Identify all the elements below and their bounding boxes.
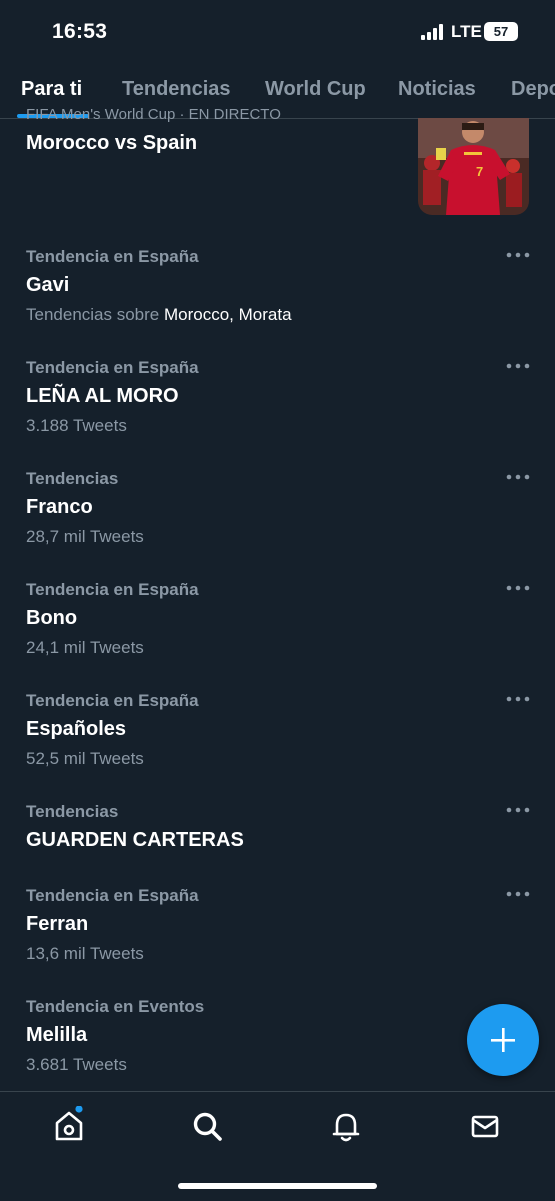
tab-world-cup[interactable]: World Cup	[265, 78, 366, 101]
status-bar: 16:53 LTE 57	[0, 0, 555, 62]
trend-item[interactable]: Tendencia en España Españoles 52,5 mil T…	[0, 680, 555, 791]
plus-icon	[491, 1028, 515, 1052]
more-options-icon[interactable]	[505, 884, 531, 904]
more-options-icon[interactable]	[505, 689, 531, 709]
trend-context: Tendencias	[26, 469, 119, 488]
mail-icon[interactable]	[465, 1106, 505, 1146]
trend-name: GUARDEN CARTERAS	[26, 829, 244, 851]
tab-deportes[interactable]: Depo	[511, 78, 555, 101]
compose-tweet-button[interactable]	[467, 1004, 539, 1076]
event-context: FIFA Men's World Cup · EN DIRECTO	[26, 106, 281, 123]
trend-context: Tendencia en España	[26, 886, 199, 905]
trend-meta: 13,6 mil Tweets	[26, 944, 144, 963]
network-type: LTE	[451, 22, 482, 41]
trend-name: Españoles	[26, 718, 127, 740]
trend-context: Tendencia en España	[26, 580, 199, 599]
trend-context: Tendencia en España	[26, 358, 199, 377]
trend-item[interactable]: Tendencia en España Gavi Tendencias sobr…	[0, 236, 555, 347]
signal-icon	[421, 24, 443, 40]
event-title: Morocco vs Spain	[26, 132, 198, 154]
trend-name: LEÑA AL MORO	[26, 385, 179, 407]
trend-context: Tendencia en España	[26, 247, 199, 266]
trend-item[interactable]: Tendencia en España Bono 24,1 mil Tweets	[0, 569, 555, 680]
home-icon[interactable]	[49, 1106, 89, 1146]
live-event-card[interactable]: FIFA Men's World Cup · EN DIRECTO Morocc…	[0, 106, 555, 230]
tab-para-ti[interactable]: Para ti	[21, 78, 82, 101]
trend-name: Gavi	[26, 274, 70, 296]
more-options-icon[interactable]	[505, 467, 531, 487]
svg-text:7: 7	[476, 164, 483, 179]
trend-meta-highlight[interactable]: Morocco, Morata	[164, 305, 292, 324]
trend-meta: 3.681 Tweets	[26, 1055, 127, 1074]
trend-meta: 24,1 mil Tweets	[26, 638, 144, 657]
trend-name: Bono	[26, 607, 78, 629]
trend-context: Tendencias	[26, 802, 119, 821]
tab-tendencias[interactable]: Tendencias	[122, 78, 231, 101]
trend-meta-prefix: Tendencias sobre	[26, 305, 164, 324]
battery-icon: 57	[484, 22, 518, 41]
trend-name: Melilla	[26, 1024, 88, 1046]
trend-meta: 3.188 Tweets	[26, 416, 127, 435]
trend-item[interactable]: Tendencia en España LEÑA AL MORO 3.188 T…	[0, 347, 555, 458]
football-player-photo: 7	[418, 118, 529, 215]
more-options-icon[interactable]	[505, 800, 531, 820]
more-options-icon[interactable]	[505, 245, 531, 265]
home-indicator	[178, 1183, 377, 1189]
trend-context: Tendencia en Eventos	[26, 997, 205, 1016]
trend-name: Franco	[26, 496, 93, 518]
trend-meta: Tendencias sobre Morocco, Morata	[26, 305, 292, 325]
search-icon[interactable]	[187, 1106, 227, 1146]
trend-meta: 28,7 mil Tweets	[26, 527, 144, 546]
trend-item[interactable]: Tendencia en España Ferran 13,6 mil Twee…	[0, 875, 555, 986]
trend-item[interactable]: Tendencias Franco 28,7 mil Tweets	[0, 458, 555, 569]
bell-icon[interactable]	[326, 1106, 366, 1146]
trend-item[interactable]: Tendencias GUARDEN CARTERAS	[0, 791, 555, 875]
more-options-icon[interactable]	[505, 356, 531, 376]
notification-dot	[75, 1106, 83, 1113]
trend-meta: 52,5 mil Tweets	[26, 749, 144, 768]
trends-list: Tendencia en España Gavi Tendencias sobr…	[0, 236, 555, 1097]
trend-context: Tendencia en España	[26, 691, 199, 710]
tab-noticias[interactable]: Noticias	[398, 78, 476, 101]
trend-name: Ferran	[26, 913, 89, 935]
status-time: 16:53	[52, 20, 108, 43]
more-options-icon[interactable]	[505, 578, 531, 598]
